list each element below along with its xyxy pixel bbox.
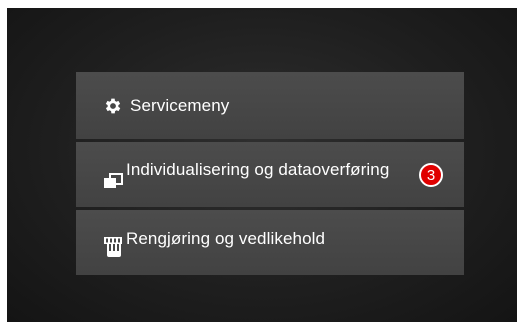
- cleaning-hand-icon: [100, 233, 126, 259]
- menu-item-rengjoring[interactable]: Rengjøring og vedlikehold: [76, 210, 464, 275]
- main-menu: Servicemeny Individualisering og dataove…: [76, 72, 464, 278]
- menu-item-label: Servicemeny: [130, 95, 230, 115]
- gear-icon: [100, 93, 126, 119]
- menu-item-label: Rengjøring og vedlikehold: [126, 228, 326, 248]
- screen-frame: Servicemeny Individualisering og dataove…: [7, 8, 517, 322]
- notification-badge: 3: [419, 163, 443, 187]
- menu-item-label: Individualisering og dataoverføring: [126, 159, 390, 179]
- menu-item-individualisering[interactable]: Individualisering og dataoverføring 3: [76, 142, 464, 207]
- data-transfer-icon: [100, 169, 126, 195]
- menu-item-servicemeny[interactable]: Servicemeny: [76, 72, 464, 139]
